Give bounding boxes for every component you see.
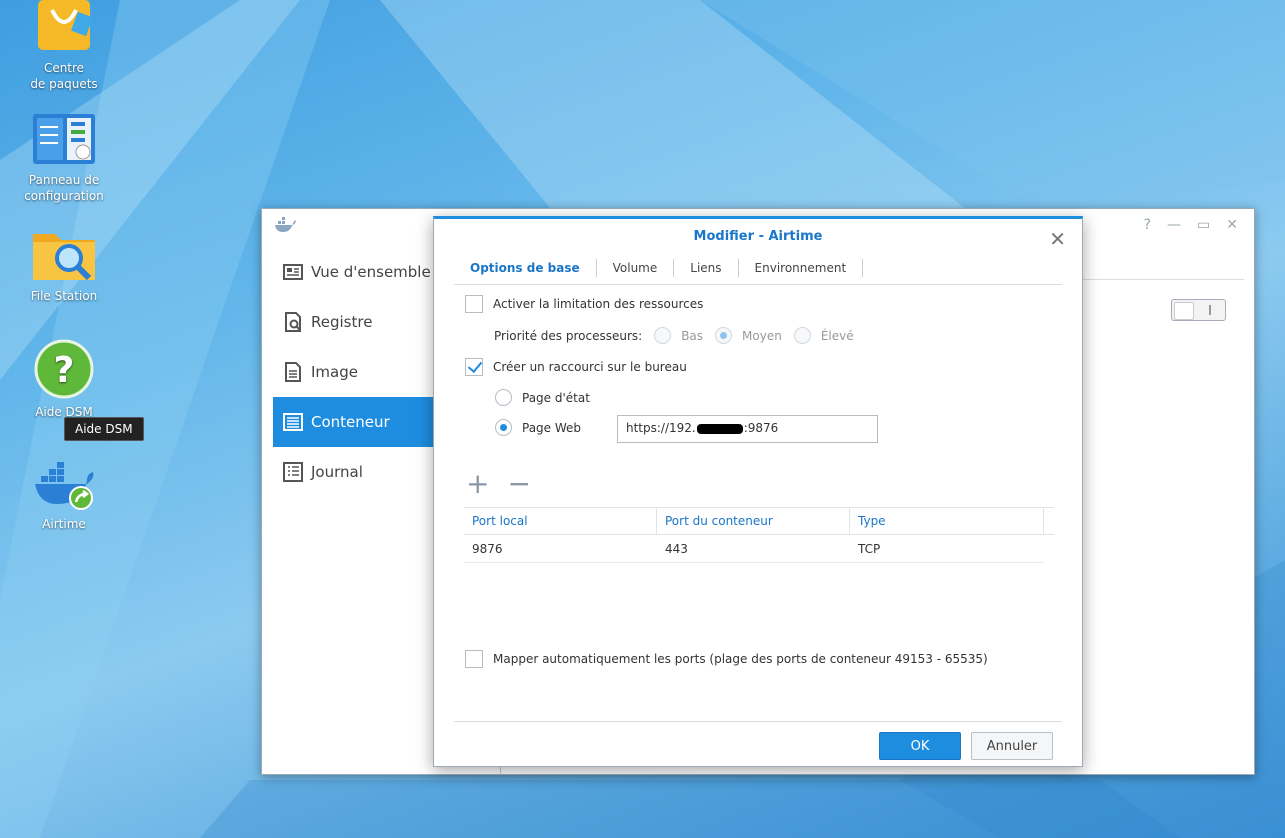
desktop-icon-label: File Station	[30, 289, 98, 303]
sidebar-item-image[interactable]: Image	[273, 347, 433, 397]
help-icon: ?	[34, 339, 94, 399]
docker-app-icon	[275, 217, 296, 232]
help-button[interactable]: ?	[1144, 217, 1151, 233]
cpu-low-label: Bas	[681, 328, 704, 343]
desktop-icon-label: de paquets	[30, 77, 98, 91]
desktop-icon-control-panel[interactable]: Panneau de configuration	[9, 112, 119, 204]
web-page-url-input[interactable]: https://192. :9876	[617, 415, 878, 443]
port-buttons: + −	[466, 470, 531, 498]
package-center-icon	[38, 0, 93, 50]
minimize-button[interactable]: —	[1167, 217, 1181, 233]
shortcut-row: Créer un raccourci sur le bureau	[465, 358, 687, 376]
desktop-icon-dsm-help[interactable]: ? Aide DSM	[9, 338, 119, 420]
sidebar-item-label: Conteneur	[311, 413, 390, 431]
status-page-radio[interactable]	[495, 389, 512, 406]
cpu-priority-row: Priorité des processeurs: Bas Moyen Élev…	[494, 327, 854, 344]
column-header-extra	[1044, 508, 1054, 534]
table-header: Port local Port du conteneur Type	[464, 507, 1054, 535]
remove-port-button[interactable]: −	[507, 470, 530, 498]
sidebar-item-label: Vue d'ensemble	[311, 263, 431, 281]
sidebar: Vue d'ensemble Registre Image Conteneur …	[273, 247, 433, 497]
desktop-icon-label: Airtime	[42, 517, 86, 531]
cpu-priority-label: Priorité des processeurs:	[494, 328, 643, 343]
control-panel-icon	[33, 114, 95, 164]
cpu-medium-label: Moyen	[742, 328, 782, 343]
redaction-mark	[696, 423, 743, 434]
dialog-title: Modifier - Airtime	[693, 229, 823, 244]
tooltip: Aide DSM	[64, 417, 144, 441]
column-header-container-port[interactable]: Port du conteneur	[657, 508, 850, 534]
shortcut-checkbox[interactable]	[465, 358, 483, 376]
local-port-cell: 9876	[472, 541, 503, 556]
desktop-icon-airtime[interactable]: Airtime	[9, 460, 119, 532]
column-header-type[interactable]: Type	[850, 508, 1044, 534]
cpu-medium-radio[interactable]	[715, 327, 733, 344]
tab-links[interactable]: Liens	[674, 258, 739, 277]
cpu-high-radio[interactable]	[793, 327, 811, 344]
image-icon	[285, 362, 301, 382]
maximize-button[interactable]: ▭	[1197, 217, 1210, 233]
divider	[1082, 279, 1244, 280]
docker-shortcut-icon	[35, 462, 94, 510]
edit-container-dialog: Modifier - Airtime ✕ Options de base Vol…	[433, 216, 1083, 767]
registry-icon	[285, 312, 301, 332]
status-page-label: Page d'état	[522, 390, 590, 405]
file-station-icon	[33, 234, 95, 281]
resource-limit-checkbox[interactable]	[465, 295, 483, 313]
ports-table: Port local Port du conteneur Type 9876 4…	[464, 507, 1054, 563]
ok-button[interactable]: OK	[879, 732, 961, 760]
tab-basic-options[interactable]: Options de base	[454, 258, 597, 277]
sidebar-item-label: Registre	[311, 313, 373, 331]
sidebar-item-overview[interactable]: Vue d'ensemble	[273, 247, 433, 297]
table-row[interactable]: 9876 443 TCP	[464, 535, 1044, 563]
shortcut-label: Créer un raccourci sur le bureau	[493, 360, 687, 374]
divider	[454, 721, 1062, 722]
window-controls: ? — ▭ ✕	[1144, 217, 1238, 233]
tab-volume[interactable]: Volume	[597, 258, 675, 277]
log-icon	[283, 462, 303, 482]
add-port-button[interactable]: +	[466, 470, 489, 498]
status-page-row: Page d'état	[495, 389, 590, 406]
web-page-radio[interactable]	[495, 419, 512, 436]
tab-environment[interactable]: Environnement	[739, 258, 864, 277]
resource-limit-label: Activer la limitation des ressources	[493, 297, 704, 311]
close-icon[interactable]: ✕	[1049, 227, 1066, 251]
sidebar-item-registry[interactable]: Registre	[273, 297, 433, 347]
automap-row: Mapper automatiquement les ports (plage …	[465, 650, 988, 668]
automap-label: Mapper automatiquement les ports (plage …	[493, 652, 988, 666]
sidebar-item-container[interactable]: Conteneur	[273, 397, 433, 447]
container-icon	[283, 413, 303, 431]
desktop-icon-label: configuration	[24, 189, 104, 203]
automap-checkbox[interactable]	[465, 650, 483, 668]
type-cell: TCP	[858, 541, 881, 556]
cpu-high-label: Élevé	[820, 328, 854, 343]
web-page-row: Page Web	[495, 419, 581, 436]
container-toggle-switch[interactable]	[1171, 299, 1226, 321]
column-header-local-port[interactable]: Port local	[464, 508, 657, 534]
url-suffix: :9876	[743, 421, 779, 435]
container-port-cell: 443	[665, 541, 688, 556]
url-prefix: https://192.	[626, 421, 696, 435]
web-page-label: Page Web	[522, 420, 582, 435]
desktop-icon-label: Centre	[43, 61, 85, 75]
desktop-icon-package-center[interactable]: Centre de paquets	[9, 0, 119, 92]
sidebar-item-label: Image	[311, 363, 358, 381]
sidebar-item-log[interactable]: Journal	[273, 447, 433, 497]
overview-icon	[283, 264, 303, 280]
resource-limit-row: Activer la limitation des ressources	[465, 295, 703, 313]
cpu-low-radio[interactable]	[654, 327, 672, 344]
desktop-icon-file-station[interactable]: File Station	[9, 226, 119, 304]
svg-text:?: ?	[54, 350, 75, 391]
desktop-icon-label: Panneau de	[28, 173, 100, 187]
close-button[interactable]: ✕	[1226, 217, 1238, 233]
sidebar-item-label: Journal	[311, 463, 363, 481]
cancel-button[interactable]: Annuler	[971, 732, 1053, 760]
tab-bar: Options de base Volume Liens Environneme…	[454, 251, 1062, 285]
